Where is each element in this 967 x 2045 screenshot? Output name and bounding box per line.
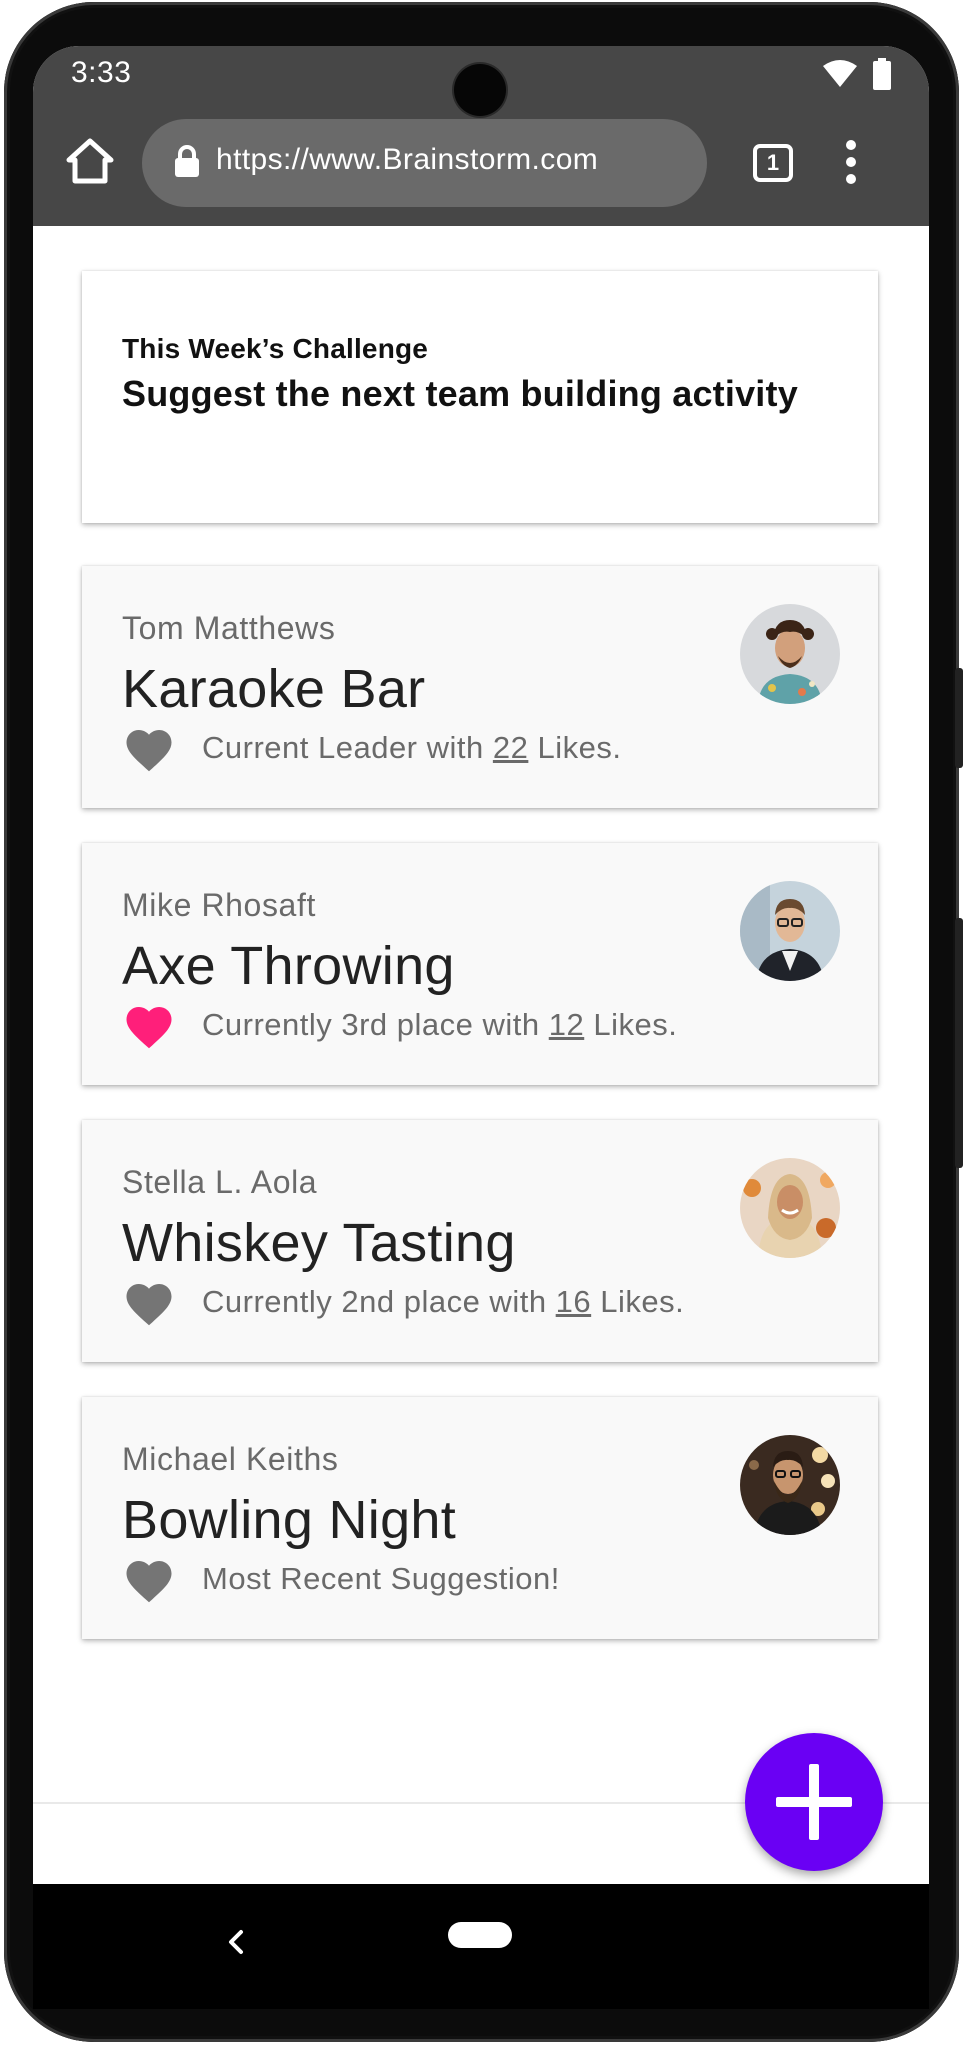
status-suffix: Likes. [584,1007,678,1042]
battery-icon [873,58,891,90]
browser-toolbar: 3:33 https://www.Brainstorm.com 1 [33,46,929,226]
suggestion-author: Stella L. Aola [122,1164,318,1200]
back-icon[interactable] [221,1922,251,1962]
avatar [740,1435,840,1535]
lock-icon [175,145,199,177]
status-prefix: Currently 3rd place with [202,1007,549,1042]
challenge-label: This Week’s Challenge [122,333,429,364]
suggestion-status: Most Recent Suggestion! [202,1561,560,1597]
suggestion-status: Currently 3rd place with 12 Likes. [202,1007,677,1043]
add-suggestion-button[interactable] [745,1733,883,1871]
status-prefix: Currently 2nd place with [202,1284,556,1319]
status-prefix: Most Recent Suggestion! [202,1561,560,1596]
suggestion-title: Whiskey Tasting [122,1213,516,1273]
home-icon[interactable] [63,134,117,188]
suggestion-card[interactable]: Mike Rhosaft Axe Throwing Currently 3rd … [82,843,878,1085]
avatar [740,1158,840,1258]
suggestion-card[interactable]: Stella L. Aola Whiskey Tasting Currently… [82,1120,878,1362]
system-nav-bar [33,1884,929,2009]
avatar [740,881,840,981]
likes-count[interactable]: 16 [556,1284,591,1319]
suggestion-title: Karaoke Bar [122,659,426,719]
volume-button [955,918,963,1168]
heart-icon[interactable] [122,1554,176,1604]
suggestion-author: Tom Matthews [122,610,336,646]
suggestion-status: Currently 2nd place with 16 Likes. [202,1284,684,1320]
likes-count[interactable]: 22 [493,730,528,765]
heart-icon[interactable] [122,1000,176,1050]
suggestion-card[interactable]: Michael Keiths Bowling Night Most Recent… [82,1397,878,1639]
power-button [955,668,963,768]
nav-home-pill[interactable] [448,1922,512,1948]
heart-icon[interactable] [122,1277,176,1327]
likes-count[interactable]: 12 [549,1007,584,1042]
tabs-button[interactable]: 1 [753,144,793,182]
status-suffix: Likes. [591,1284,685,1319]
status-time: 3:33 [71,56,132,89]
url-text: https://www.Brainstorm.com [216,143,599,176]
suggestion-title: Bowling Night [122,1490,457,1550]
front-camera [454,64,506,116]
challenge-card: This Week’s Challenge Suggest the next t… [82,271,878,523]
heart-icon[interactable] [122,723,176,773]
plus-icon [776,1764,852,1840]
suggestion-status: Current Leader with 22 Likes. [202,730,621,766]
suggestion-author: Mike Rhosaft [122,887,316,923]
suggestion-author: Michael Keiths [122,1441,339,1477]
suggestion-card[interactable]: Tom Matthews Karaoke Bar Current Leader … [82,566,878,808]
more-vert-icon[interactable] [841,140,861,186]
challenge-headline: Suggest the next team building activity [122,373,798,414]
url-bar[interactable]: https://www.Brainstorm.com [142,119,707,207]
screen: 3:33 https://www.Brainstorm.com 1 This W… [33,46,929,1884]
wifi-icon [823,60,857,87]
avatar [740,604,840,704]
phone-frame: 3:33 https://www.Brainstorm.com 1 This W… [0,0,967,2045]
status-icons [823,58,891,90]
status-suffix: Likes. [528,730,622,765]
suggestion-title: Axe Throwing [122,936,455,996]
status-prefix: Current Leader with [202,730,493,765]
